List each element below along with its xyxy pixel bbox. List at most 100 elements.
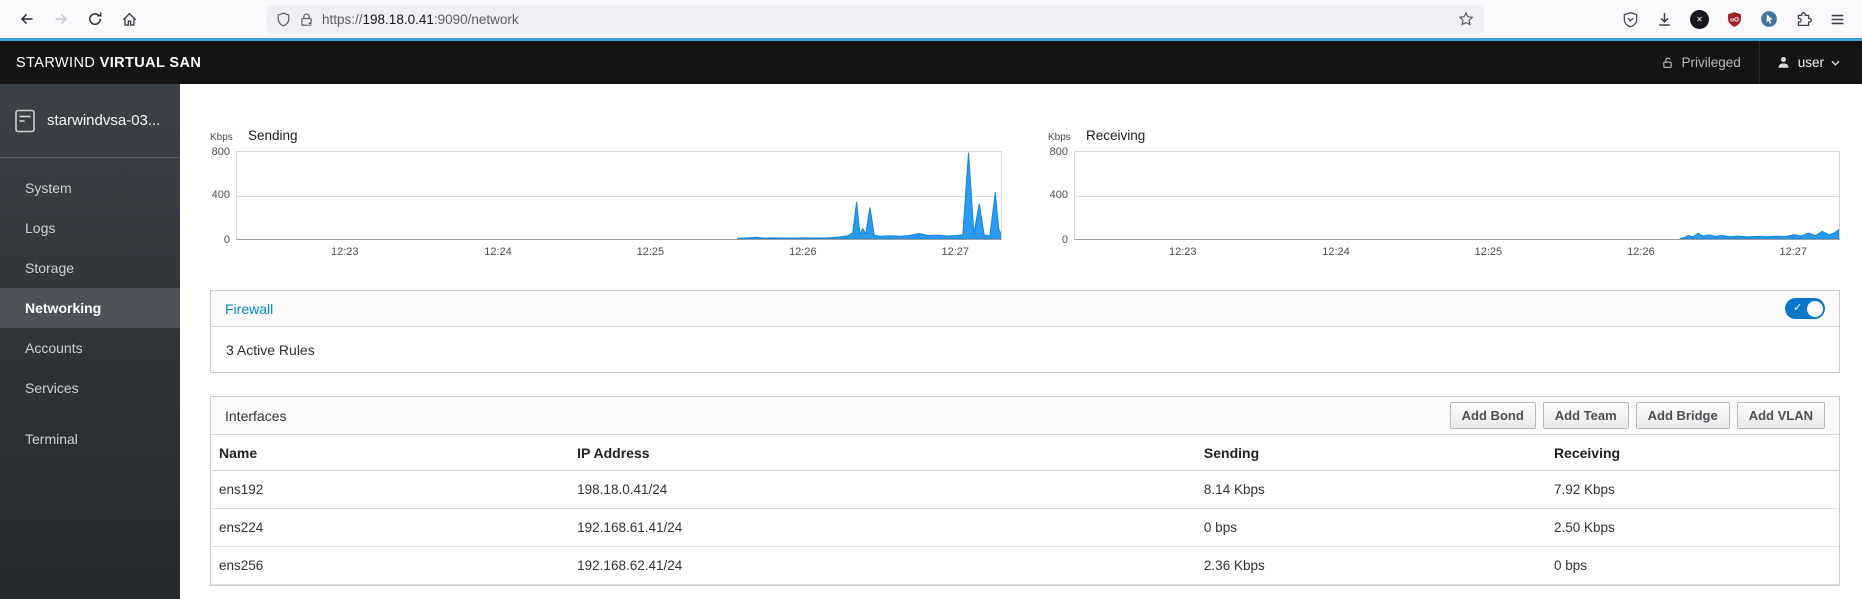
chart-sending: Kbps Sending 800 400 0 12:23 12:24 12:25 12:2… bbox=[210, 128, 1002, 262]
chart-x-axis: 12:23 12:24 12:25 12:26 12:27 bbox=[236, 240, 1002, 262]
interface-row-ens224[interactable]: ens224 192.168.61.41/24 0 bps 2.50 Kbps bbox=[211, 508, 1839, 547]
svg-text:uO: uO bbox=[1730, 16, 1739, 23]
cell-name: ens224 bbox=[211, 508, 570, 547]
cell-ip-address: 198.18.0.41/24 bbox=[569, 470, 1196, 509]
cell-receiving: 0 bps bbox=[1545, 546, 1839, 585]
sidebar-item-logs[interactable]: Logs bbox=[0, 208, 180, 248]
url-bar[interactable]: https://198.18.0.41:9090/network bbox=[266, 4, 1484, 34]
x-tick-label: 12:27 bbox=[1779, 246, 1808, 258]
extensions-puzzle-icon[interactable] bbox=[1795, 11, 1812, 28]
sidebar-item-storage[interactable]: Storage bbox=[0, 248, 180, 288]
masthead: STARWIND VIRTUAL SAN Privileged user bbox=[0, 41, 1862, 84]
host-selector[interactable]: starwindvsa-03... bbox=[0, 84, 180, 157]
chart-header: Kbps Receiving bbox=[1048, 128, 1840, 143]
cell-receiving: 2.50 Kbps bbox=[1545, 508, 1839, 547]
privileged-label: Privileged bbox=[1681, 55, 1741, 70]
y-tick-label: 400 bbox=[1049, 188, 1068, 201]
x-tick-label: 12:23 bbox=[331, 246, 359, 258]
interfaces-panel-header: Interfaces Add Bond Add Team Add Bridge Add… bbox=[211, 397, 1839, 435]
column-header-receiving: Receiving bbox=[1545, 435, 1839, 471]
charts-row: Kbps Sending 800 400 0 12:23 12:24 12:25 12:2… bbox=[210, 128, 1840, 262]
cell-ip-address: 192.168.62.41/24 bbox=[569, 546, 1196, 585]
back-arrow-icon bbox=[20, 13, 33, 25]
sidebar: starwindvsa-03... System Logs Storage Netwo… bbox=[0, 84, 180, 599]
chart-title: Sending bbox=[248, 128, 298, 143]
cell-name: ens256 bbox=[211, 546, 570, 585]
chart-title: Receiving bbox=[1086, 128, 1146, 143]
chart-plot bbox=[1074, 151, 1840, 240]
chart-body: 800 400 0 bbox=[1048, 146, 1840, 246]
y-tick-label: 0 bbox=[223, 234, 230, 246]
back-button[interactable] bbox=[10, 4, 44, 34]
user-icon bbox=[1778, 56, 1789, 68]
add-team-button[interactable]: Add Team bbox=[1542, 402, 1629, 429]
column-header-name: Name bbox=[211, 435, 570, 471]
privileged-badge[interactable]: Privileged bbox=[1643, 55, 1758, 70]
ublock-shield-icon[interactable]: uO bbox=[1726, 11, 1743, 28]
firewall-status: 3 Active Rules bbox=[226, 341, 315, 358]
browser-toolbar-right: ✕ uO bbox=[1622, 9, 1852, 29]
sidebar-item-networking[interactable]: Networking bbox=[0, 288, 180, 328]
y-tick-label: 0 bbox=[1061, 234, 1068, 246]
sidebar-divider bbox=[0, 157, 180, 158]
sidebar-item-system[interactable]: System bbox=[0, 168, 180, 208]
chart-area-svg bbox=[1075, 152, 1839, 239]
cell-receiving: 7.92 Kbps bbox=[1545, 470, 1839, 509]
home-icon bbox=[122, 12, 136, 26]
sidebar-item-services[interactable]: Services bbox=[0, 368, 180, 408]
forward-arrow-icon bbox=[55, 13, 68, 25]
x-tick-label: 12:26 bbox=[789, 246, 817, 258]
cell-sending: 2.36 Kbps bbox=[1195, 546, 1546, 585]
extension-shield-badge-icon[interactable] bbox=[1622, 11, 1639, 28]
user-menu[interactable]: user bbox=[1758, 41, 1846, 84]
firewall-panel: Firewall ✓ 3 Active Rules bbox=[210, 290, 1840, 373]
server-icon bbox=[15, 109, 35, 132]
bookmark-star-icon[interactable] bbox=[1458, 11, 1474, 27]
browser-chrome: https://198.18.0.41:9090/network ✕ uO bbox=[0, 0, 1862, 38]
forward-button[interactable] bbox=[44, 4, 78, 34]
y-tick-label: 800 bbox=[1049, 146, 1068, 158]
chart-y-axis: 800 400 0 bbox=[1048, 146, 1074, 246]
add-bridge-button[interactable]: Add Bridge bbox=[1635, 402, 1730, 429]
sidebar-nav: System Logs Storage Networking Accounts Servi… bbox=[0, 168, 180, 459]
hamburger-menu-icon[interactable] bbox=[1829, 11, 1846, 28]
toggle-knob bbox=[1806, 300, 1823, 317]
x-tick-label: 12:24 bbox=[1322, 246, 1350, 258]
interface-row-ens192[interactable]: ens192 198.18.0.41/24 8.14 Kbps 7.92 Kbps bbox=[211, 470, 1839, 509]
cell-sending: 8.14 Kbps bbox=[1195, 470, 1546, 509]
y-tick-label: 400 bbox=[211, 188, 230, 201]
main-content: Kbps Sending 800 400 0 12:23 12:24 12:25 12:2… bbox=[180, 84, 1862, 599]
firewall-toggle[interactable]: ✓ bbox=[1785, 298, 1825, 319]
chevron-down-icon bbox=[1831, 60, 1840, 66]
firewall-panel-header: Firewall ✓ bbox=[211, 291, 1839, 327]
tracking-shield-icon[interactable] bbox=[276, 11, 291, 27]
firewall-link[interactable]: Firewall bbox=[225, 301, 273, 317]
cell-sending: 0 bps bbox=[1195, 508, 1546, 547]
chart-unit-label: Kbps bbox=[210, 132, 233, 143]
x-tick-label: 12:23 bbox=[1169, 246, 1197, 258]
cell-ip-address: 192.168.61.41/24 bbox=[569, 508, 1196, 547]
chart-x-axis: 12:23 12:24 12:25 12:26 12:27 bbox=[1074, 240, 1840, 262]
reload-icon bbox=[89, 12, 102, 25]
reload-button[interactable] bbox=[78, 4, 112, 34]
add-vlan-button[interactable]: Add VLAN bbox=[1736, 402, 1825, 429]
interfaces-title: Interfaces bbox=[225, 407, 287, 424]
chart-header: Kbps Sending bbox=[210, 128, 1002, 143]
x-tick-label: 12:26 bbox=[1627, 246, 1655, 258]
lock-warning-icon[interactable] bbox=[299, 12, 314, 27]
user-label: user bbox=[1797, 55, 1824, 70]
sidebar-item-terminal[interactable]: Terminal bbox=[0, 419, 180, 459]
chart-y-axis: 800 400 0 bbox=[210, 146, 236, 246]
column-header-ip-address: IP Address bbox=[569, 435, 1196, 471]
chart-unit-label: Kbps bbox=[1048, 132, 1071, 143]
extension-icon-dark[interactable]: ✕ bbox=[1690, 9, 1709, 29]
download-icon[interactable] bbox=[1656, 11, 1673, 28]
host-label: starwindvsa-03... bbox=[47, 112, 161, 129]
home-button[interactable] bbox=[112, 4, 146, 34]
lock-open-icon bbox=[1663, 57, 1673, 68]
add-bond-button[interactable]: Add Bond bbox=[1449, 402, 1536, 429]
interface-row-ens256[interactable]: ens256 192.168.62.41/24 2.36 Kbps 0 bps bbox=[211, 546, 1839, 585]
extension-cursor-icon[interactable] bbox=[1760, 10, 1778, 28]
brand-title: STARWIND VIRTUAL SAN bbox=[16, 54, 202, 71]
sidebar-item-accounts[interactable]: Accounts bbox=[0, 328, 180, 368]
